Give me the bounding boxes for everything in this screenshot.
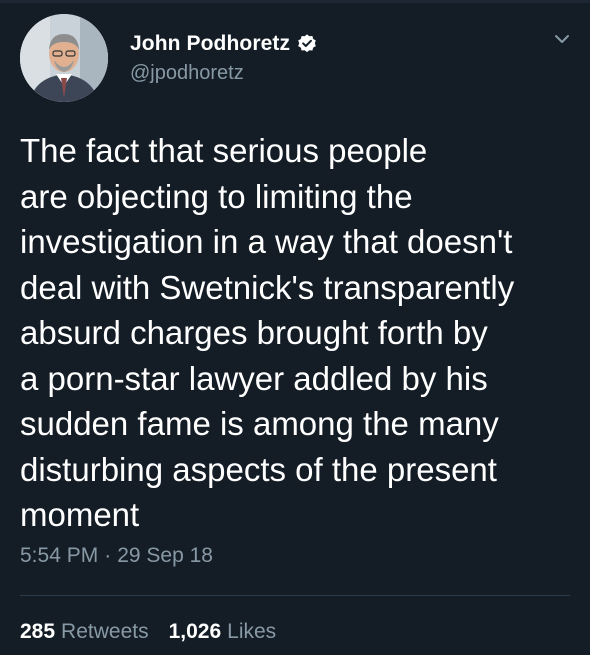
engagement-stats: 285 Retweets 1,026 Likes	[20, 620, 296, 644]
retweets-count: 285	[20, 620, 56, 643]
user-name[interactable]: John Podhoretz	[130, 32, 290, 56]
tweet-text-line: sudden fame is among the many	[20, 405, 499, 442]
meta-separator: ·	[104, 544, 112, 567]
tweet-text-line: moment	[20, 496, 140, 533]
avatar[interactable]	[20, 14, 108, 102]
tweet-date: 29 Sep 18	[117, 544, 213, 567]
user-handle[interactable]: @jpodhoretz	[130, 62, 244, 85]
likes-label: Likes	[227, 620, 277, 643]
tweet-text-line: disturbing aspects of the present	[20, 450, 497, 488]
tweet-text-line: investigation in a way that doesn't	[20, 223, 513, 260]
tweet-text-line: The fact that serious people	[20, 132, 428, 169]
tweet-timestamp: 5:54 PM · 29 Sep 18	[20, 544, 213, 568]
likes-count: 1,026	[168, 620, 222, 643]
likes-stat[interactable]: 1,026 Likes	[169, 620, 277, 644]
verified-badge-icon	[298, 34, 316, 53]
retweets-label: Retweets	[61, 620, 149, 643]
divider	[20, 595, 570, 596]
retweets-stat[interactable]: 285 Retweets	[20, 620, 149, 644]
top-edge-bar	[0, 0, 590, 3]
tweet-time: 5:54 PM	[20, 544, 99, 567]
tweet-text-line: deal with Swetnick's transparently	[20, 268, 515, 306]
user-name-row: John Podhoretz	[130, 30, 318, 58]
tweet-text-line: are objecting to limiting the	[20, 177, 413, 215]
tweet-text-line: absurd charges brought forth by	[20, 314, 488, 351]
avatar-image	[20, 14, 108, 102]
tweet-text: The fact that serious people are objecti…	[20, 128, 575, 538]
chevron-down-icon[interactable]	[551, 28, 573, 50]
tweet-text-line: a porn-star lawyer addled by his	[20, 359, 488, 397]
